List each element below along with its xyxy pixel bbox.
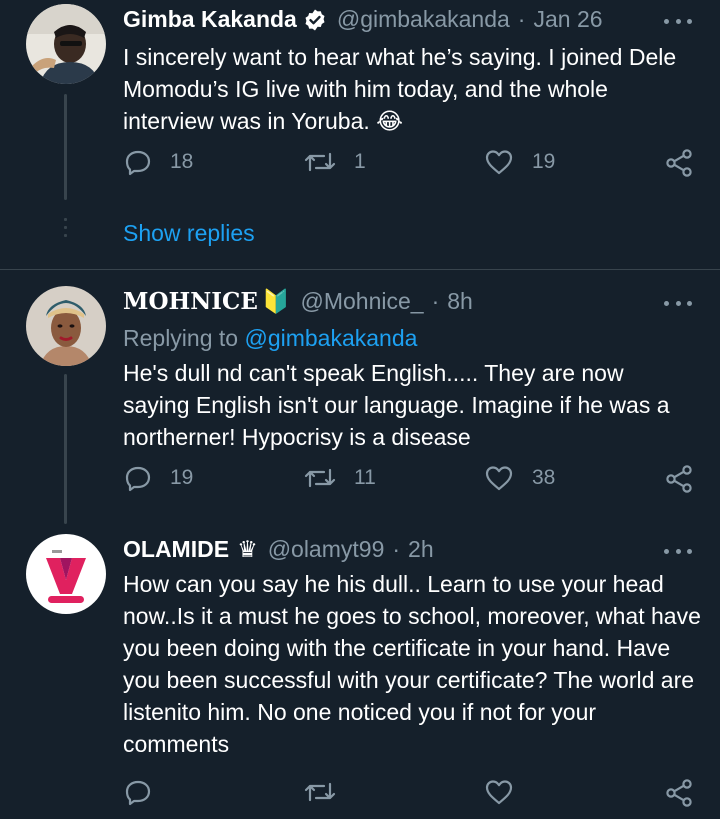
- crown-emoji: ♛: [237, 536, 258, 562]
- more-icon[interactable]: [664, 297, 692, 309]
- author-handle[interactable]: @Mohnice_: [301, 288, 424, 315]
- share-button[interactable]: [664, 464, 694, 494]
- avatar-mohnice[interactable]: [26, 286, 106, 366]
- share-button[interactable]: [664, 778, 694, 808]
- like-button[interactable]: 19: [484, 148, 555, 176]
- retweet-button[interactable]: 11: [304, 464, 376, 492]
- share-icon: [666, 465, 692, 493]
- replying-prefix: Replying to: [123, 325, 239, 351]
- tweet-header: MOHNICE 🔰 @Mohnice_ · 8h: [123, 288, 473, 315]
- timestamp[interactable]: 8h: [447, 288, 473, 315]
- like-icon: [485, 466, 513, 491]
- retweet-icon: [304, 152, 336, 172]
- retweet-button[interactable]: [304, 778, 354, 806]
- like-button[interactable]: 38: [484, 464, 555, 492]
- author-name[interactable]: Gimba Kakanda: [123, 6, 297, 33]
- tweet-text: I sincerely want to hear what he’s sayin…: [123, 44, 677, 134]
- reply-count: 19: [170, 466, 194, 489]
- author-name[interactable]: MOHNICE: [123, 288, 258, 315]
- tweet-mohnice[interactable]: MOHNICE 🔰 @Mohnice_ · 8h Replying to @gi…: [0, 270, 720, 528]
- verified-badge-icon: [303, 8, 327, 32]
- separator-dot: ·: [431, 288, 440, 314]
- tweet-header: OLAMIDE ♛ @olamyt99 · 2h: [123, 536, 434, 563]
- retweet-icon: [304, 468, 336, 488]
- author-handle[interactable]: @olamyt99: [268, 536, 385, 563]
- retweet-button[interactable]: 1: [304, 148, 366, 176]
- author-handle[interactable]: @gimbakakanda: [337, 6, 510, 33]
- reply-count: 18: [170, 150, 194, 173]
- tweet-actions: 19 11 38: [0, 464, 720, 504]
- tweet-actions: [0, 778, 720, 818]
- reply-button[interactable]: [124, 778, 170, 806]
- reply-button[interactable]: 18: [124, 148, 193, 176]
- tweet-actions: 18 1 19: [0, 148, 720, 188]
- show-replies-link[interactable]: Show replies: [123, 220, 255, 247]
- author-name[interactable]: OLAMIDE: [123, 536, 229, 563]
- timestamp[interactable]: Jan 26: [533, 6, 602, 33]
- replying-to: Replying to @gimbakakanda: [123, 325, 417, 352]
- reply-button[interactable]: 19: [124, 464, 193, 492]
- share-button[interactable]: [664, 148, 694, 178]
- thread-gap-dots: [64, 218, 67, 242]
- tweet-text: He's dull nd can't speak English..... Th…: [123, 360, 670, 450]
- beginner-badge-emoji: 🔰: [261, 288, 291, 314]
- retweet-icon: [304, 782, 336, 802]
- replying-to-handle[interactable]: @gimbakakanda: [244, 325, 417, 351]
- reply-icon: [125, 466, 151, 492]
- like-count: 19: [532, 150, 556, 173]
- like-icon: [485, 780, 513, 805]
- tweet-header: Gimba Kakanda @gimbakakanda · Jan 26: [123, 6, 603, 33]
- timestamp[interactable]: 2h: [408, 536, 434, 563]
- reply-icon: [125, 780, 151, 806]
- tweet-gimba[interactable]: Gimba Kakanda @gimbakakanda · Jan 26 I s…: [0, 0, 720, 270]
- share-icon: [666, 779, 692, 807]
- more-icon[interactable]: [664, 15, 692, 27]
- like-button[interactable]: [484, 778, 532, 806]
- tweet-olamide[interactable]: OLAMIDE ♛ @olamyt99 · 2h How can you say…: [0, 528, 720, 819]
- avatar-olamide[interactable]: [26, 534, 106, 614]
- separator-dot: ·: [392, 536, 401, 562]
- avatar-gimba[interactable]: [26, 4, 106, 84]
- separator-dot: ·: [517, 6, 526, 32]
- tweet-text: How can you say he his dull.. Learn to u…: [123, 571, 701, 757]
- retweet-count: 1: [354, 150, 366, 173]
- reply-icon: [125, 150, 151, 176]
- more-icon[interactable]: [664, 545, 692, 557]
- share-icon: [666, 149, 692, 177]
- retweet-count: 11: [354, 466, 376, 489]
- like-count: 38: [532, 466, 556, 489]
- like-icon: [485, 150, 513, 175]
